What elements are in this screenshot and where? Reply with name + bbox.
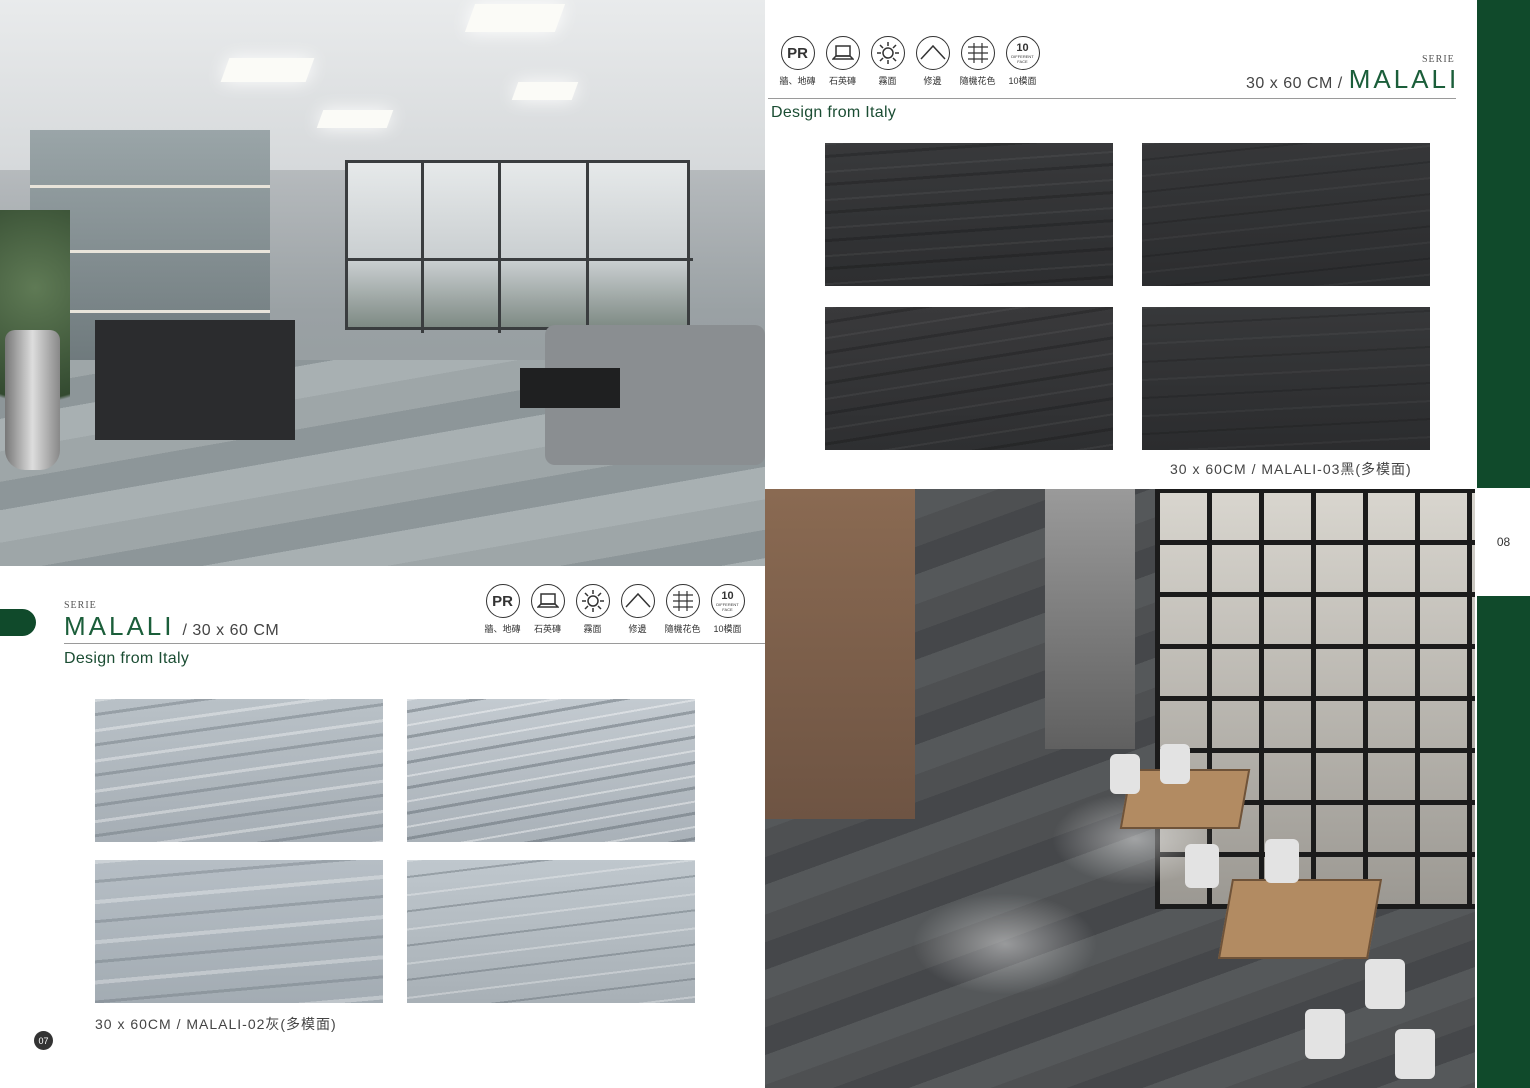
pr-icon: PR xyxy=(780,36,815,70)
ceiling-light xyxy=(464,4,566,32)
left-tile-caption: 30 x 60CM / MALALI-02灰(多模面) xyxy=(95,1016,337,1032)
feature-quartz: 石英磚 xyxy=(525,584,570,635)
tile-sample-grey xyxy=(95,860,383,1003)
icon-label: 石英磚 xyxy=(533,624,561,634)
left-page-tab xyxy=(0,609,36,636)
desk xyxy=(95,320,295,440)
office-interior-photo xyxy=(0,0,765,566)
cafe-chair xyxy=(1185,844,1219,888)
tile-sample-grey xyxy=(407,860,695,1003)
left-feature-icons: PR 牆、地磚 石英磚 霧面 修邊 隨機花色 10 DIFFERENT FACE… xyxy=(480,584,750,635)
sun-icon xyxy=(575,584,610,618)
cafe-chair xyxy=(1365,959,1405,1009)
feature-pr: PR 牆、地磚 xyxy=(775,36,820,87)
random-pattern-icon xyxy=(960,36,995,70)
brick-wall xyxy=(765,489,915,819)
icon-label: 修邊 xyxy=(628,624,647,634)
feature-rectified: 修邊 xyxy=(910,36,955,87)
right-size-label: 30 x 60 CM / xyxy=(1246,75,1343,92)
laptop-icon xyxy=(825,36,860,70)
icon-label: 牆、地磚 xyxy=(484,624,521,634)
cafe-interior-photo xyxy=(765,489,1475,1088)
icon-label: 霧面 xyxy=(583,624,602,634)
planter xyxy=(5,330,60,470)
icon-label: 隨機花色 xyxy=(664,624,701,634)
pr-icon: PR xyxy=(485,584,520,618)
left-brand-name: MALALI xyxy=(64,611,175,641)
window xyxy=(345,160,693,333)
tile-sample-black xyxy=(825,307,1113,450)
cafe-chair xyxy=(1160,744,1190,784)
feature-random: 隨機花色 xyxy=(955,36,1000,87)
laptop-icon xyxy=(530,584,565,618)
cafe-chair xyxy=(1305,1009,1345,1059)
tile-sample-black xyxy=(1142,143,1430,286)
cafe-chair xyxy=(1265,839,1299,883)
cafe-chair xyxy=(1395,1029,1435,1079)
feature-matte: 霧面 xyxy=(570,584,615,635)
tile-sample-grey xyxy=(407,699,695,842)
tile-sample-grey xyxy=(95,699,383,842)
left-header-rule xyxy=(64,643,765,644)
ceiling-light xyxy=(316,110,394,128)
feature-faces: 10 DIFFERENT FACE 10模面 xyxy=(705,584,750,635)
left-serie-label: SERIE xyxy=(64,600,97,611)
right-title: 30 x 60 CM / MALALI xyxy=(1246,64,1459,95)
left-title: MALALI / 30 x 60 CM xyxy=(64,611,279,642)
floor-light xyxy=(905,889,1105,999)
right-design-tagline: Design from Italy xyxy=(771,104,897,121)
left-design-tagline: Design from Italy xyxy=(64,650,190,667)
feature-quartz: 石英磚 xyxy=(820,36,865,87)
cafe-table xyxy=(1217,879,1383,959)
feature-matte: 霧面 xyxy=(865,36,910,87)
coffee-table xyxy=(520,368,620,408)
tile-sample-black xyxy=(1142,307,1430,450)
right-page-tab: 08 xyxy=(1477,488,1530,596)
rectified-edge-icon xyxy=(620,584,655,618)
cafe-chair xyxy=(1110,754,1140,794)
feature-faces: 10 DIFFERENT FACE 10模面 xyxy=(1000,36,1045,87)
column xyxy=(1045,489,1135,749)
rectified-edge-icon xyxy=(915,36,950,70)
right-page-number: 08 xyxy=(1496,535,1511,549)
icon-label: 修邊 xyxy=(923,76,942,86)
icon-label: 牆、地磚 xyxy=(779,76,816,86)
feature-rectified: 修邊 xyxy=(615,584,660,635)
feature-pr: PR 牆、地磚 xyxy=(480,584,525,635)
icon-label: 10模面 xyxy=(1008,76,1037,86)
feature-random: 隨機花色 xyxy=(660,584,705,635)
tile-sample-black xyxy=(825,143,1113,286)
random-pattern-icon xyxy=(665,584,700,618)
right-header-rule xyxy=(768,98,1456,99)
icon-label: 隨機花色 xyxy=(959,76,996,86)
ceiling-light xyxy=(220,58,315,82)
icon-label: 10模面 xyxy=(713,624,742,634)
ceiling-light xyxy=(511,82,579,100)
icon-label: 霧面 xyxy=(878,76,897,86)
sun-icon xyxy=(870,36,905,70)
icon-label: 石英磚 xyxy=(828,76,856,86)
left-size-label: / 30 x 60 CM xyxy=(182,622,280,639)
ten-faces-icon: 10 DIFFERENT FACE xyxy=(710,584,745,618)
right-feature-icons: PR 牆、地磚 石英磚 霧面 修邊 隨機花色 10 DIFFERENT FACE… xyxy=(775,36,1045,87)
right-tile-caption: 30 x 60CM / MALALI-03黑(多模面) xyxy=(1170,461,1412,477)
ten-faces-icon: 10 DIFFERENT FACE xyxy=(1005,36,1040,70)
left-page-number: 07 xyxy=(34,1031,53,1050)
right-brand-name: MALALI xyxy=(1348,64,1460,94)
